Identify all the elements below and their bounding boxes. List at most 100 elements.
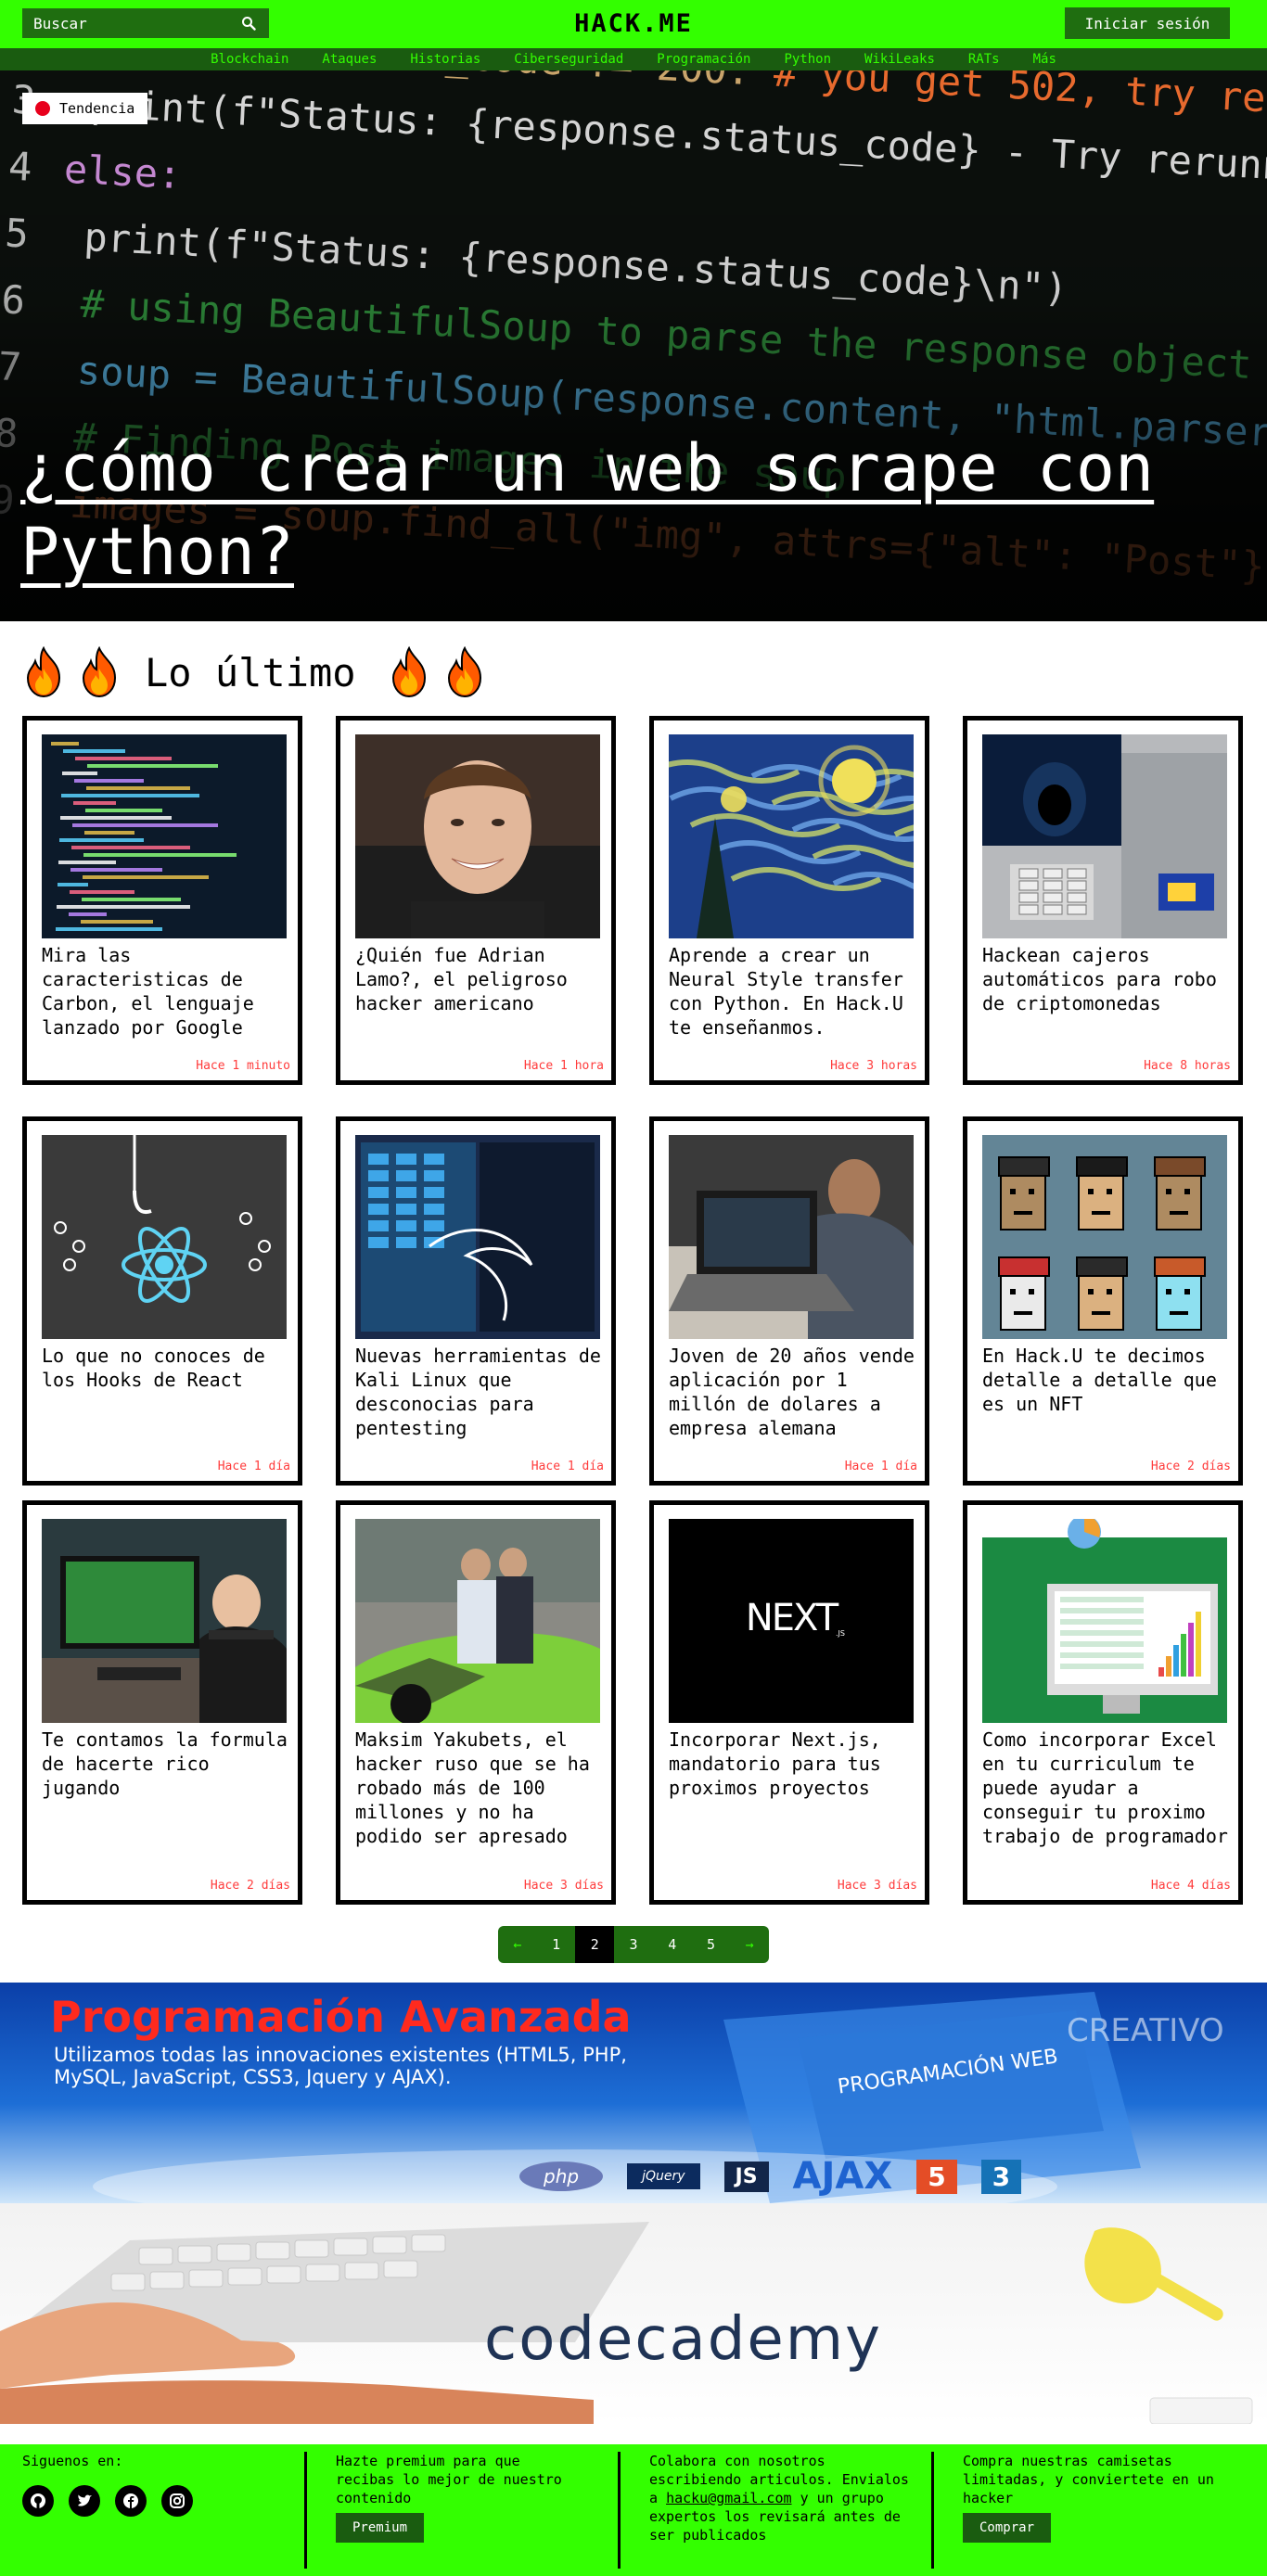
css3-logo: 3 (980, 2159, 1022, 2194)
page-2-button[interactable]: 2 (575, 1926, 615, 1963)
fire-icon (391, 646, 426, 698)
article-thumbnail[interactable] (669, 734, 914, 938)
html5-logo: 5 (916, 2159, 957, 2194)
article-title[interactable]: En Hack.U te decimos detalle a detalle q… (982, 1344, 1229, 1416)
nav-item-rats[interactable]: RATs (952, 48, 1017, 70)
login-button[interactable]: Iniciar sesión (1065, 7, 1230, 39)
nav-item-blockchain[interactable]: Blockchain (194, 48, 305, 70)
ajax-logo: AJAX (792, 2155, 893, 2198)
article-card[interactable]: Te contamos la formula de hacerte rico j… (22, 1500, 302, 1905)
hero-title[interactable]: ¿cómo crear un web scrape con Python? (20, 427, 1226, 593)
article-title[interactable]: Hackean cajeros automáticos para robo de… (982, 943, 1229, 1015)
article-title[interactable]: ¿Quién fue Adrian Lamo?, el peligroso ha… (355, 943, 602, 1015)
twitter-icon[interactable] (69, 2485, 100, 2517)
article-title[interactable]: Te contamos la formula de hacerte rico j… (42, 1728, 288, 1800)
footer-divider (618, 2452, 621, 2569)
nav-item-wikileaks[interactable]: WikiLeaks (848, 48, 952, 70)
article-time: Hace 1 día (844, 1460, 917, 1473)
article-thumbnail[interactable] (355, 734, 600, 938)
article-time: Hace 3 días (523, 1879, 604, 1893)
article-time: Hace 1 día (217, 1460, 290, 1473)
collab-email-link[interactable]: hacku@gmail.com (666, 2490, 791, 2506)
ad-banner-codecademy[interactable]: codecademy (0, 2203, 1267, 2424)
ad1-brand: CREATIVO (1067, 2012, 1224, 2049)
page-5-button[interactable]: 5 (692, 1926, 731, 1963)
page-4-button[interactable]: 4 (653, 1926, 692, 1963)
trending-label: Tendencia (59, 100, 135, 117)
ad1-title: Programación Avanzada (50, 1992, 632, 2042)
nav-item-ataques[interactable]: Ataques (305, 48, 393, 70)
premium-text: Hazte premium para que recibas lo mejor … (336, 2453, 562, 2506)
article-title[interactable]: Joven de 20 años vende aplicación por 1 … (669, 1344, 915, 1440)
fire-icon (26, 646, 61, 698)
article-card[interactable]: Aprende a crear un Neural Style transfer… (649, 716, 929, 1085)
github-icon[interactable] (22, 2485, 54, 2517)
article-thumbnail[interactable] (355, 1519, 600, 1723)
article-card[interactable]: NEXT .JS Incorporar Next.js, mandatorio pa… (649, 1500, 929, 1905)
search-label: Buscar (33, 14, 87, 32)
article-card[interactable]: En Hack.U te decimos detalle a detalle q… (963, 1116, 1243, 1486)
nav-item-mas[interactable]: Más (1017, 48, 1073, 70)
nav-item-historias[interactable]: Historias (393, 48, 497, 70)
facebook-icon[interactable] (115, 2485, 147, 2517)
article-title[interactable]: Lo que no conoces de los Hooks de React (42, 1344, 288, 1392)
footer-premium: Hazte premium para que recibas lo mejor … (314, 2444, 610, 2576)
article-card[interactable]: Joven de 20 años vende aplicación por 1 … (649, 1116, 929, 1486)
fire-icon (447, 646, 481, 698)
footer-social: Siguenos en: (0, 2444, 297, 2576)
codecademy-logo: codecademy (484, 2305, 882, 2374)
footer-divider (931, 2452, 934, 2569)
shop-text: Compra nuestras camisetas limitadas, y c… (963, 2453, 1214, 2506)
article-time: Hace 4 días (1150, 1879, 1231, 1893)
prev-page-button[interactable]: ← (498, 1926, 537, 1963)
article-thumbnail[interactable] (982, 1519, 1227, 1723)
article-card[interactable]: Hackean cajeros automáticos para robo de… (963, 716, 1243, 1085)
instagram-icon[interactable] (161, 2485, 193, 2517)
ad-banner-programacion[interactable]: Programación Avanzada Utilizamos todas l… (0, 1983, 1267, 2203)
article-title[interactable]: Como incorporar Excel en tu curriculum t… (982, 1728, 1229, 1848)
svg-text:NEXT: NEXT (746, 1597, 839, 1639)
article-thumbnail[interactable] (355, 1135, 600, 1339)
article-title[interactable]: Nuevas herramientas de Kali Linux que de… (355, 1344, 602, 1440)
article-card[interactable]: Maksim Yakubets, el hacker ruso que se h… (336, 1500, 616, 1905)
nav-item-ciberseguridad[interactable]: Ciberseguridad (497, 48, 640, 70)
article-thumbnail[interactable] (669, 1135, 914, 1339)
article-time: Hace 2 días (1150, 1460, 1231, 1473)
hero-banner[interactable]: response.status_code != 200: # you get 5… (0, 70, 1267, 621)
article-thumbnail[interactable] (982, 1135, 1227, 1339)
nav-item-python[interactable]: Python (767, 48, 848, 70)
nav-item-programacion[interactable]: Programación (640, 48, 767, 70)
article-time: Hace 1 día (531, 1460, 604, 1473)
ad1-tech-logos: php jQuery JS AJAX 5 3 (519, 2155, 1022, 2198)
article-thumbnail[interactable] (982, 734, 1227, 938)
article-thumbnail[interactable] (42, 734, 287, 938)
collab-text: Colabora con nosotros escribiendo articu… (649, 2453, 909, 2544)
php-logo: php (519, 2162, 604, 2191)
article-thumbnail[interactable] (42, 1519, 287, 1723)
article-thumbnail[interactable]: NEXT .JS (669, 1519, 914, 1723)
article-card[interactable]: Lo que no conoces de los Hooks de React H… (22, 1116, 302, 1486)
svg-text:.JS: .JS (836, 1629, 845, 1638)
premium-button[interactable]: Premium (336, 2513, 425, 2543)
article-title[interactable]: Incorporar Next.js, mandatorio para tus … (669, 1728, 915, 1800)
shop-button[interactable]: Comprar (963, 2513, 1052, 2543)
article-card[interactable]: ¿Quién fue Adrian Lamo?, el peligroso ha… (336, 716, 616, 1085)
page-3-button[interactable]: 3 (614, 1926, 653, 1963)
article-time: Hace 3 días (837, 1879, 917, 1893)
next-page-button[interactable]: → (730, 1926, 769, 1963)
category-nav: Blockchain Ataques Historias Ciberseguri… (0, 48, 1267, 70)
follow-label: Siguenos en: (22, 2453, 123, 2469)
top-bar: Buscar HACK.ME Iniciar sesión (0, 0, 1267, 48)
page-1-button[interactable]: 1 (537, 1926, 576, 1963)
article-thumbnail[interactable] (42, 1135, 287, 1339)
jquery-logo: jQuery (627, 2163, 700, 2189)
article-title[interactable]: Maksim Yakubets, el hacker ruso que se h… (355, 1728, 602, 1848)
article-title[interactable]: Mira las caracteristicas de Carbon, el l… (42, 943, 288, 1039)
article-card[interactable]: Como incorporar Excel en tu curriculum t… (963, 1500, 1243, 1905)
search-icon[interactable] (239, 14, 258, 32)
article-title[interactable]: Aprende a crear un Neural Style transfer… (669, 943, 915, 1039)
red-dot-icon (35, 101, 50, 116)
article-card[interactable]: Mira las caracteristicas de Carbon, el l… (22, 716, 302, 1085)
search-input[interactable]: Buscar (22, 8, 269, 38)
article-card[interactable]: Nuevas herramientas de Kali Linux que de… (336, 1116, 616, 1486)
